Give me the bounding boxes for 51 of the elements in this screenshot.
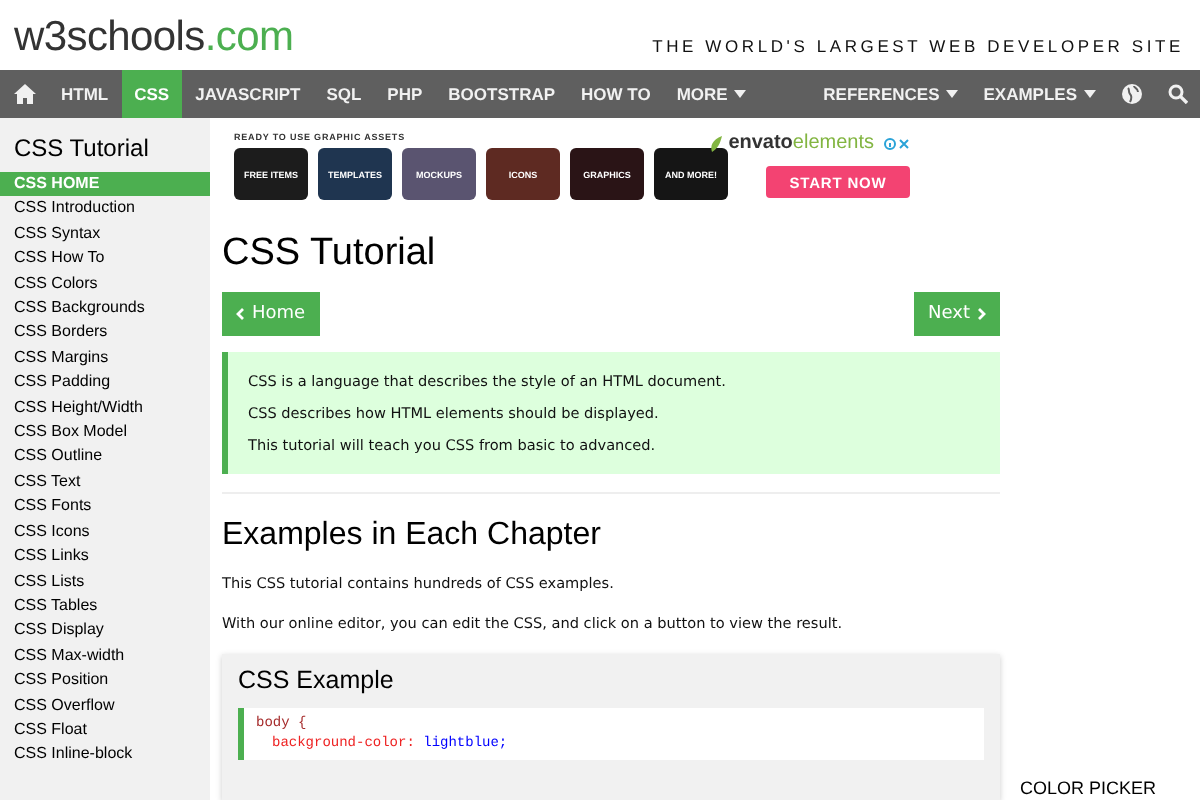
- nav-dropdown[interactable]: REFERENCES: [810, 70, 971, 118]
- sidebar-item[interactable]: CSS Max-width: [0, 643, 210, 669]
- sidebar-item[interactable]: CSS Padding: [0, 370, 210, 396]
- nav-dropdown[interactable]: EXAMPLES: [970, 70, 1108, 118]
- info-icon[interactable]: [884, 137, 896, 149]
- chevron-left-icon: [236, 308, 244, 320]
- sidebar-item[interactable]: CSS Backgrounds: [0, 296, 210, 321]
- sidebar-item[interactable]: CSS Float: [0, 717, 210, 743]
- nav-link[interactable]: SQL: [313, 70, 375, 118]
- sidebar-item[interactable]: CSS Tables: [0, 593, 210, 619]
- nav-link[interactable]: JAVASCRIPT: [182, 70, 314, 118]
- sidebar-item[interactable]: CSS Links: [0, 544, 210, 569]
- sidebar-title: CSS Tutorial: [12, 132, 151, 166]
- sidebar-item[interactable]: CSS Lists: [0, 569, 210, 594]
- close-icon[interactable]: [898, 137, 910, 149]
- sidebar-item[interactable]: CSS Borders: [0, 320, 210, 346]
- sidebar-item[interactable]: CSS Fonts: [0, 494, 210, 520]
- caret-icon: [1083, 90, 1095, 98]
- nav-link[interactable]: PHP: [374, 70, 436, 118]
- globe-icon: [1121, 84, 1141, 104]
- sidebar-item[interactable]: CSS Height/Width: [0, 395, 210, 421]
- chevron-right-icon: [978, 308, 986, 320]
- caret-icon: [945, 90, 958, 98]
- tagline: THE WORLD'S LARGEST WEB DEVELOPER SITE: [652, 36, 1184, 60]
- sidebar-item[interactable]: CSS Introduction: [0, 196, 210, 222]
- sidebar-item[interactable]: CSS Icons: [0, 519, 210, 545]
- example-title: CSS Example: [238, 666, 396, 694]
- sidebar-item[interactable]: CSS Display: [0, 618, 210, 644]
- leaf-icon: [710, 135, 723, 151]
- caret-icon: [733, 90, 746, 98]
- nav-dropdown[interactable]: MORE: [663, 70, 759, 118]
- color-picker-heading: COLOR PICKER: [1020, 778, 1157, 798]
- sidebar-item[interactable]: CSS Inline-block: [0, 742, 210, 768]
- ad-brand: envatoelements: [728, 132, 874, 154]
- sidebar-item[interactable]: CSS Margins: [0, 345, 210, 371]
- nav-link[interactable]: HTML: [48, 70, 122, 118]
- sidebar-item[interactable]: CSS Box Model: [0, 420, 210, 445]
- nav-link[interactable]: HOW TO: [568, 70, 664, 118]
- nav-link[interactable]: BOOTSTRAP: [435, 70, 569, 118]
- page-title: CSS Tutorial: [222, 232, 438, 276]
- sidebar-item[interactable]: CSS How To: [0, 246, 210, 272]
- site-logo[interactable]: w3schools.com: [14, 16, 294, 60]
- home-icon: [13, 84, 35, 104]
- sidebar-item[interactable]: CSS Outline: [0, 444, 210, 470]
- sidebar-item[interactable]: CSS Colors: [0, 271, 210, 297]
- sidebar-item[interactable]: CSS Syntax: [0, 221, 210, 247]
- sidebar-item[interactable]: CSS Text: [0, 469, 210, 495]
- section-title: Examples in Each Chapter: [222, 518, 603, 554]
- sidebar-item[interactable]: CSS Position: [0, 668, 210, 694]
- search-icon: [1167, 84, 1187, 104]
- sidebar-item[interactable]: CSS Overflow: [0, 693, 210, 718]
